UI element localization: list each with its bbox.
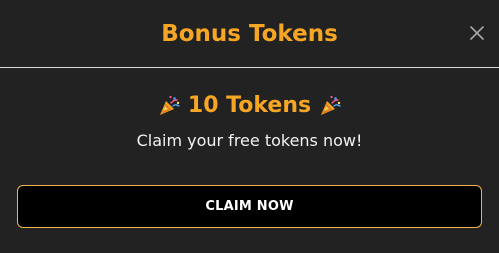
modal-header: Bonus Tokens bbox=[0, 0, 499, 68]
party-popper-icon bbox=[156, 93, 182, 119]
bonus-amount-row: 10 Tokens bbox=[0, 92, 499, 120]
bonus-tokens-modal: Bonus Tokens 10 Tokens Claim your free t… bbox=[0, 0, 499, 253]
party-popper-icon bbox=[317, 93, 343, 119]
bonus-token-amount: 10 Tokens bbox=[187, 93, 312, 118]
modal-title: Bonus Tokens bbox=[161, 21, 338, 47]
claim-now-button[interactable]: CLAIM NOW bbox=[17, 185, 482, 228]
close-icon[interactable] bbox=[469, 25, 485, 41]
claim-subtitle: Claim your free tokens now! bbox=[136, 131, 363, 150]
